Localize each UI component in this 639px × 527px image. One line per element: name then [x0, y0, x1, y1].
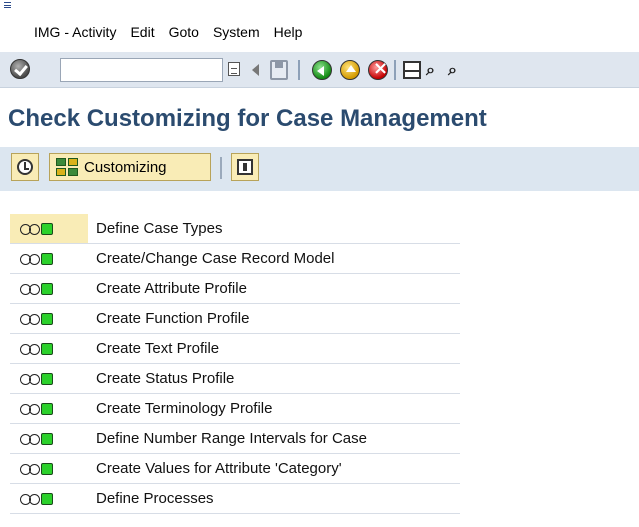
- find-next-icon[interactable]: ⌕: [448, 61, 466, 79]
- history-icon[interactable]: [228, 62, 240, 76]
- list-item[interactable]: Create Text Profile: [10, 334, 460, 364]
- menu-system[interactable]: System: [213, 24, 260, 40]
- traffic-light-icon: [20, 492, 62, 505]
- traffic-light-icon: [20, 462, 62, 475]
- info-icon: [237, 159, 253, 175]
- activity-label[interactable]: Define Number Range Intervals for Case: [96, 430, 367, 447]
- traffic-light-icon: [20, 342, 62, 355]
- status-cell: [10, 334, 88, 363]
- status-cell: [10, 214, 88, 243]
- traffic-light-icon: [20, 222, 62, 235]
- traffic-light-icon: [20, 432, 62, 445]
- back-arrow-icon[interactable]: [252, 64, 259, 76]
- back-icon[interactable]: [312, 60, 332, 80]
- traffic-light-icon: [20, 372, 62, 385]
- activity-label[interactable]: Create Attribute Profile: [96, 280, 247, 297]
- application-toolbar: Customizing: [0, 147, 639, 191]
- clock-icon: [17, 159, 33, 175]
- activity-label[interactable]: Create Terminology Profile: [96, 400, 272, 417]
- cancel-icon[interactable]: [368, 58, 388, 80]
- list-item[interactable]: Define Number Range Intervals for Case: [10, 424, 460, 454]
- menu-img-activity[interactable]: IMG - Activity: [34, 24, 116, 40]
- execute-button[interactable]: [11, 153, 39, 181]
- menu-edit[interactable]: Edit: [130, 24, 154, 40]
- page-title: Check Customizing for Case Management: [8, 105, 487, 132]
- status-cell: [10, 274, 88, 303]
- ok-icon[interactable]: [10, 59, 30, 79]
- traffic-light-icon: [20, 282, 62, 295]
- activity-label[interactable]: Create Values for Attribute 'Category': [96, 460, 342, 477]
- customizing-button[interactable]: Customizing: [49, 153, 211, 181]
- list-item[interactable]: Define Processes: [10, 484, 460, 514]
- toolbar-separator: [298, 60, 300, 80]
- traffic-light-icon: [20, 402, 62, 415]
- find-icon[interactable]: ⌕: [426, 61, 444, 79]
- toolbar-separator: [220, 157, 222, 179]
- list-item[interactable]: Create Function Profile: [10, 304, 460, 334]
- activity-label[interactable]: Create Text Profile: [96, 340, 219, 357]
- list-item[interactable]: Create Attribute Profile: [10, 274, 460, 304]
- status-cell: [10, 424, 88, 453]
- menu-goto[interactable]: Goto: [169, 24, 199, 40]
- traffic-light-icon: [20, 252, 62, 265]
- command-field[interactable]: [60, 58, 223, 82]
- customizing-icon: [56, 158, 78, 176]
- activity-label[interactable]: Create Status Profile: [96, 370, 234, 387]
- status-cell: [10, 394, 88, 423]
- list-item[interactable]: Create/Change Case Record Model: [10, 244, 460, 274]
- list-item[interactable]: Create Terminology Profile: [10, 394, 460, 424]
- info-button[interactable]: [231, 153, 259, 181]
- customizing-label: Customizing: [84, 158, 167, 176]
- activity-label[interactable]: Define Processes: [96, 490, 214, 507]
- save-icon[interactable]: [270, 60, 288, 80]
- standard-toolbar: ⌕ ⌕: [0, 52, 639, 88]
- activity-label[interactable]: Define Case Types: [96, 220, 222, 237]
- status-cell: [10, 364, 88, 393]
- status-cell: [10, 304, 88, 333]
- toolbar-separator: [394, 60, 396, 80]
- status-cell: [10, 244, 88, 273]
- system-menu-icon[interactable]: [4, 2, 11, 8]
- menu-items: IMG - Activity Edit Goto System Help: [34, 24, 316, 40]
- list-item[interactable]: Create Values for Attribute 'Category': [10, 454, 460, 484]
- activity-label[interactable]: Create Function Profile: [96, 310, 249, 327]
- exit-icon[interactable]: [340, 60, 360, 80]
- list-item[interactable]: Create Status Profile: [10, 364, 460, 394]
- menu-help[interactable]: Help: [274, 24, 303, 40]
- status-cell: [10, 454, 88, 483]
- traffic-light-icon: [20, 312, 62, 325]
- menu-bar: IMG - Activity Edit Goto System Help: [0, 0, 639, 46]
- activity-label[interactable]: Create/Change Case Record Model: [96, 250, 334, 267]
- list-item[interactable]: Define Case Types: [10, 214, 460, 244]
- activity-list: Define Case Types Create/Change Case Rec…: [10, 214, 460, 514]
- status-cell: [10, 484, 88, 513]
- print-icon[interactable]: [403, 61, 421, 79]
